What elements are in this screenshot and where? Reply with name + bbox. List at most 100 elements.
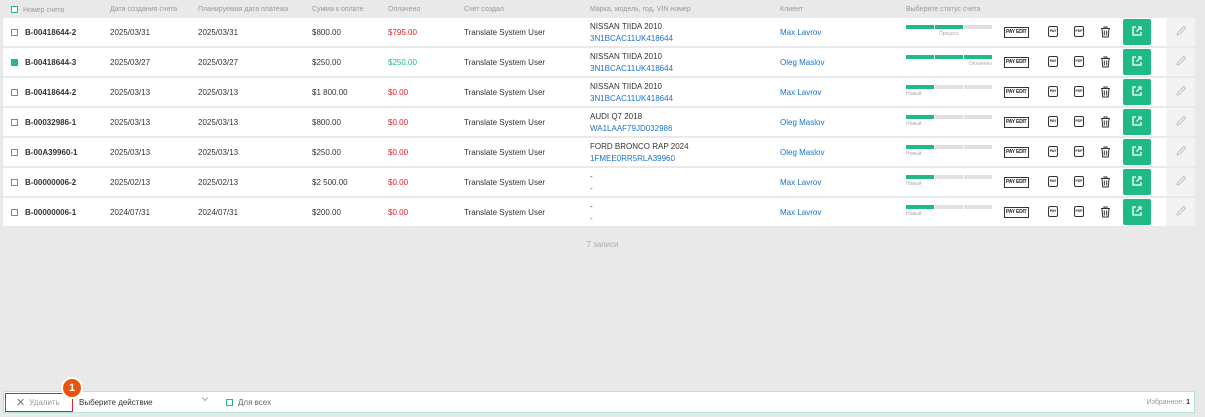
pay-edit-icon[interactable]: PAY EDIT [1004, 177, 1029, 188]
pdf-icon[interactable]: PDF [1074, 56, 1084, 67]
pdf-icon[interactable]: PDF [1074, 26, 1084, 37]
status-progress[interactable]: Новый [906, 175, 992, 187]
invoice-number[interactable]: B-00000006-1 [25, 198, 76, 226]
status-progress[interactable]: Процесс [906, 25, 992, 37]
open-invoice-button[interactable] [1123, 199, 1151, 225]
table-row[interactable]: B-00000006-1 2024/07/31 2024/07/31 $200.… [3, 198, 1195, 226]
open-invoice-button[interactable] [1123, 169, 1151, 195]
vin-link[interactable]: 1FMEE0RR5RLA39960 [590, 153, 689, 165]
select-all-checkbox[interactable] [11, 6, 18, 13]
client-link[interactable]: Max Lavrov [780, 18, 821, 46]
open-invoice-button[interactable] [1123, 109, 1151, 135]
delete-button[interactable]: ✕ Удалить [5, 393, 73, 412]
vin-link[interactable]: - [590, 183, 593, 195]
pay-edit-icon[interactable]: PAY EDIT [1004, 27, 1029, 38]
edit-button[interactable] [1166, 48, 1195, 76]
trash-icon[interactable] [1100, 206, 1111, 220]
trash-icon[interactable] [1100, 26, 1111, 40]
client-link[interactable]: Oleg Maslov [780, 108, 824, 136]
status-progress[interactable]: Оплачено [906, 55, 992, 67]
col-vehicle[interactable]: Марка, модель, год, VIN номер [590, 6, 691, 13]
pay-edit-icon[interactable]: PAY EDIT [1004, 207, 1029, 218]
trash-icon[interactable] [1100, 86, 1111, 100]
open-invoice-button[interactable] [1123, 49, 1151, 75]
table-row[interactable]: B-00418644-2 2025/03/13 2025/03/13 $1 80… [3, 78, 1195, 106]
col-planned[interactable]: Планируемая дата платежа [198, 6, 288, 13]
pay-icon[interactable]: PAY [1048, 56, 1058, 67]
edit-button[interactable] [1166, 198, 1195, 226]
col-paid[interactable]: Оплачено [388, 6, 420, 13]
edit-button[interactable] [1166, 108, 1195, 136]
client-link[interactable]: Max Lavrov [780, 198, 821, 226]
for-all-option[interactable]: Для всех [226, 392, 271, 412]
status-progress[interactable]: Новый [906, 205, 992, 217]
invoice-number[interactable]: B-00000006-2 [25, 168, 76, 196]
pay-icon[interactable]: PAY [1048, 146, 1058, 157]
client-link[interactable]: Oleg Maslov [780, 48, 824, 76]
open-invoice-button[interactable] [1123, 19, 1151, 45]
client-link[interactable]: Oleg Maslov [780, 138, 824, 166]
row-checkbox[interactable] [11, 28, 18, 36]
trash-icon[interactable] [1100, 176, 1111, 190]
pdf-icon[interactable]: PDF [1074, 176, 1084, 187]
vin-link[interactable]: WA1LAAF79JD032986 [590, 123, 672, 135]
vin-link[interactable]: - [590, 213, 593, 225]
status-progress[interactable]: Новый [906, 85, 992, 97]
row-checkbox[interactable] [11, 118, 18, 126]
invoice-number[interactable]: B-00032986-1 [25, 108, 76, 136]
pay-icon[interactable]: PAY [1048, 26, 1058, 37]
col-invoice[interactable]: Номер счета [23, 7, 64, 14]
row-checkbox[interactable] [11, 88, 18, 96]
row-checkbox[interactable] [11, 148, 18, 156]
col-created-by[interactable]: Счет создал [464, 6, 504, 13]
client-link[interactable]: Max Lavrov [780, 78, 821, 106]
vin-link[interactable]: 3N1BCAC11UK418644 [590, 33, 673, 45]
pay-icon[interactable]: PAY [1048, 86, 1058, 97]
edit-button[interactable] [1166, 78, 1195, 106]
edit-button[interactable] [1166, 168, 1195, 196]
trash-icon[interactable] [1100, 116, 1111, 130]
pay-edit-icon[interactable]: PAY EDIT [1004, 147, 1029, 158]
col-client[interactable]: Клиент [780, 6, 803, 13]
pdf-icon[interactable]: PDF [1074, 206, 1084, 217]
trash-icon[interactable] [1100, 146, 1111, 160]
client-link[interactable]: Max Lavrov [780, 168, 821, 196]
pay-edit-icon[interactable]: PAY EDIT [1004, 117, 1029, 128]
col-status[interactable]: Выберите статус счета [906, 6, 981, 13]
row-checkbox[interactable] [11, 178, 18, 186]
table-row[interactable]: B-00418644-3 2025/03/27 2025/03/27 $250.… [3, 48, 1195, 76]
pdf-icon[interactable]: PDF [1074, 146, 1084, 157]
pdf-icon[interactable]: PDF [1074, 116, 1084, 127]
status-progress[interactable]: Новый [906, 145, 992, 157]
col-created[interactable]: Дата создания счета [110, 6, 177, 13]
edit-button[interactable] [1166, 18, 1195, 46]
pay-icon[interactable]: PAY [1048, 116, 1058, 127]
amount-paid: $0.00 [388, 117, 409, 127]
pay-icon[interactable]: PAY [1048, 176, 1058, 187]
table-row[interactable]: B-00000006-2 2025/02/13 2025/02/13 $2 50… [3, 168, 1195, 196]
row-checkbox[interactable] [11, 208, 18, 216]
pay-edit-icon[interactable]: PAY EDIT [1004, 57, 1029, 68]
open-invoice-button[interactable] [1123, 79, 1151, 105]
pdf-icon[interactable]: PDF [1074, 86, 1084, 97]
invoice-number[interactable]: B-00418644-2 [25, 78, 76, 106]
col-amount[interactable]: Сумма к оплате [312, 6, 363, 13]
vin-link[interactable]: 3N1BCAC11UK418644 [590, 63, 673, 75]
status-progress[interactable]: Новый [906, 115, 992, 127]
vin-link[interactable]: 3N1BCAC11UK418644 [590, 93, 673, 105]
action-select[interactable]: Выберите действие [79, 392, 209, 412]
table-row[interactable]: B-00418644-2 2025/03/31 2025/03/31 $800.… [3, 18, 1195, 46]
edit-button[interactable] [1166, 138, 1195, 166]
row-checkbox[interactable] [11, 58, 18, 66]
for-all-checkbox[interactable] [226, 398, 233, 406]
table-row[interactable]: B-00A39960-1 2025/03/13 2025/03/13 $250.… [3, 138, 1195, 166]
invoice-number[interactable]: B-00418644-2 [25, 18, 76, 46]
pay-icon[interactable]: PAY [1048, 206, 1058, 217]
invoice-number[interactable]: B-00418644-3 [25, 48, 76, 76]
invoice-number[interactable]: B-00A39960-1 [25, 138, 77, 166]
status-fill [906, 55, 992, 59]
pay-edit-icon[interactable]: PAY EDIT [1004, 87, 1029, 98]
trash-icon[interactable] [1100, 56, 1111, 70]
open-invoice-button[interactable] [1123, 139, 1151, 165]
table-row[interactable]: B-00032986-1 2025/03/13 2025/03/13 $800.… [3, 108, 1195, 136]
